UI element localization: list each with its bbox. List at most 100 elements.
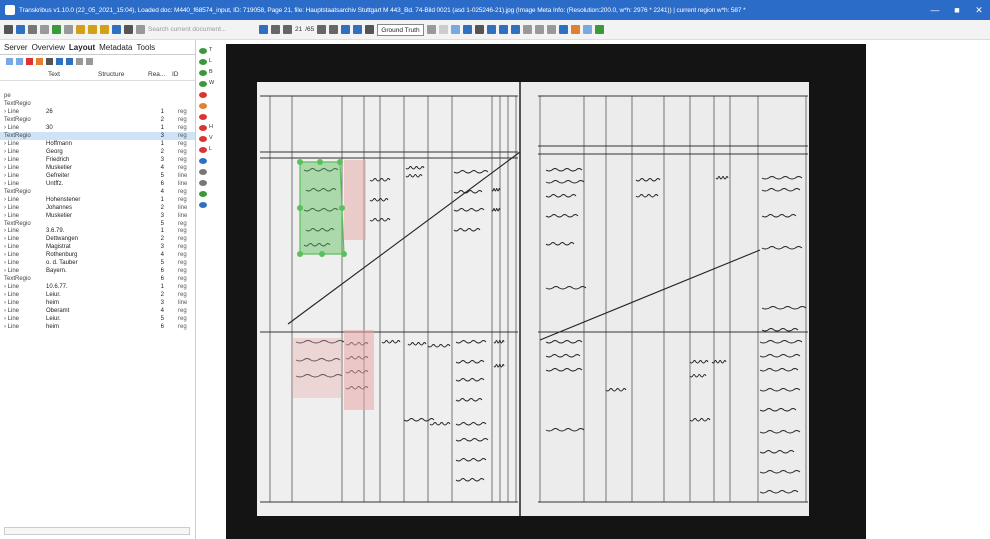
tree-line-row[interactable]: › Line Leiur. 5 reg — [0, 315, 195, 323]
vertex-handle[interactable] — [341, 251, 347, 257]
tree-line-row[interactable]: › Line heim 3 line — [0, 299, 195, 307]
image-icon[interactable] — [582, 25, 592, 34]
move-up-icon[interactable] — [56, 58, 63, 65]
crop-tool-icon[interactable] — [199, 180, 207, 186]
fit-page-icon[interactable] — [474, 25, 484, 34]
horizontal-scrollbar[interactable] — [4, 527, 190, 535]
last-page-icon[interactable] — [329, 25, 339, 34]
split-h-tool-icon[interactable] — [199, 125, 207, 131]
table-icon[interactable] — [86, 58, 93, 65]
selected-region[interactable] — [299, 161, 345, 255]
tree-line-row[interactable]: › Line 26 1 reg — [0, 108, 195, 116]
settings-icon[interactable] — [136, 25, 145, 34]
chevron-down-icon[interactable] — [426, 25, 436, 34]
tree-line-row[interactable]: › Line Rothenburg 4 reg — [0, 251, 195, 259]
split-v-tool-icon[interactable] — [199, 136, 207, 142]
column-reading-order[interactable]: Rea... — [148, 71, 172, 78]
vertex-handle[interactable] — [319, 251, 325, 257]
tree-region-row[interactable]: TextRegio 4 reg — [0, 188, 195, 196]
tree-line-row[interactable]: › Line Hohenstener 1 reg — [0, 196, 195, 204]
merge-tool-icon[interactable] — [199, 103, 207, 109]
split-l-tool-icon[interactable] — [199, 147, 207, 153]
next-page-icon[interactable] — [317, 25, 327, 34]
pen-tool-icon[interactable] — [199, 191, 207, 197]
pen-icon[interactable] — [16, 25, 25, 34]
expand-icon[interactable] — [6, 58, 13, 65]
column-id[interactable]: ID — [172, 71, 186, 78]
save-icon[interactable] — [353, 25, 363, 34]
tree-region-row[interactable]: TextRegio 5 reg — [0, 220, 195, 228]
collapse-icon[interactable] — [16, 58, 23, 65]
vertex-handle[interactable] — [317, 159, 323, 165]
tree-line-row[interactable]: › Line Bayern. 6 reg — [0, 267, 195, 275]
minimize-icon[interactable]: — — [924, 0, 946, 20]
tree-line-row[interactable]: › Line Leiur. 2 reg — [0, 291, 195, 299]
baseline-tool-icon[interactable] — [199, 70, 207, 76]
tree-region-row[interactable]: TextRegio 6 reg — [0, 275, 195, 283]
folder-save-icon[interactable] — [100, 25, 109, 34]
view-icon[interactable] — [438, 25, 448, 34]
region-tool-icon[interactable] — [199, 48, 207, 54]
tree-line-row[interactable]: › Line Musketier 3 line — [0, 212, 195, 220]
tree-line-row[interactable]: › Line Magistrat 3 reg — [0, 243, 195, 251]
status-icon[interactable] — [365, 25, 375, 34]
vertex-handle[interactable] — [297, 205, 303, 211]
close-icon[interactable]: ✕ — [968, 0, 990, 20]
maximize-icon[interactable]: ■ — [946, 0, 968, 20]
search-icon[interactable] — [259, 25, 268, 34]
column-structure[interactable]: Structure — [98, 71, 148, 78]
tab-tools[interactable]: Tools — [137, 43, 156, 52]
image-viewer[interactable] — [220, 40, 872, 539]
grid-icon[interactable] — [546, 25, 556, 34]
tree-region-row[interactable]: TextRegio — [0, 100, 195, 108]
tree-line-row[interactable]: › Line Untffz. 6 line — [0, 180, 195, 188]
folder-icon[interactable] — [88, 25, 97, 34]
tree-line-row[interactable]: › Line o. d. Tauber 5 reg — [0, 259, 195, 267]
vertex-handle[interactable] — [297, 159, 303, 165]
tree-line-row[interactable]: › Line 3.6.79. 1 reg — [0, 227, 195, 235]
tab-metadata[interactable]: Metadata — [99, 43, 132, 52]
word-tool-icon[interactable] — [199, 81, 207, 87]
zoom-icon[interactable] — [510, 25, 520, 34]
tree-region-row[interactable]: TextRegio 3 reg — [0, 131, 195, 140]
palette-icon[interactable] — [570, 25, 580, 34]
tree-line-row[interactable]: › Line Hoffmann 1 reg — [0, 140, 195, 148]
tree-line-row[interactable]: › Line Oberamt 4 reg — [0, 307, 195, 315]
join-tool-icon[interactable] — [199, 158, 207, 164]
line-tool-icon[interactable] — [199, 59, 207, 65]
tree-line-row[interactable]: › Line Dettwangen 2 reg — [0, 235, 195, 243]
folder-open-icon[interactable] — [76, 25, 85, 34]
document-image[interactable] — [220, 40, 872, 539]
vertex-handle[interactable] — [297, 251, 303, 257]
zoom-out-icon[interactable] — [498, 25, 508, 34]
tab-layout[interactable]: Layout — [69, 43, 95, 52]
dropdown-icon[interactable] — [40, 25, 49, 34]
tab-overview[interactable]: Overview — [32, 43, 65, 52]
ok-icon[interactable] — [594, 25, 604, 34]
merge-icon[interactable] — [36, 58, 43, 65]
menu-icon[interactable] — [4, 25, 13, 34]
document-icon[interactable] — [28, 25, 37, 34]
split-tool-icon[interactable] — [199, 114, 207, 120]
view-mode-icon[interactable] — [450, 25, 460, 34]
tree-line-row[interactable]: › Line heim 6 reg — [0, 323, 195, 331]
add-icon[interactable] — [52, 25, 61, 34]
sort-icon[interactable] — [46, 58, 53, 65]
tree-region-row[interactable]: pe — [0, 92, 195, 100]
search-input[interactable]: Search current document... — [148, 26, 256, 33]
mode-select[interactable]: Ground Truth — [377, 23, 424, 36]
tree-line-row[interactable]: › Line Friedrich 3 reg — [0, 156, 195, 164]
tree-region-row[interactable]: TextRegio 2 reg — [0, 116, 195, 124]
tab-server[interactable]: Server — [4, 43, 28, 52]
sync-icon[interactable] — [341, 25, 351, 34]
tree-line-row[interactable]: › Line Musketier 4 reg — [0, 164, 195, 172]
export-icon[interactable] — [64, 25, 73, 34]
tree-line-row[interactable]: › Line Johannes 2 line — [0, 204, 195, 212]
table-tool-icon[interactable] — [199, 169, 207, 175]
move-down-icon[interactable] — [66, 58, 73, 65]
vertex-handle[interactable] — [337, 159, 343, 165]
eye-icon[interactable] — [558, 25, 568, 34]
page-number-field[interactable]: 21 — [295, 26, 302, 33]
layout-icon[interactable] — [534, 25, 544, 34]
zoom-in-icon[interactable] — [486, 25, 496, 34]
